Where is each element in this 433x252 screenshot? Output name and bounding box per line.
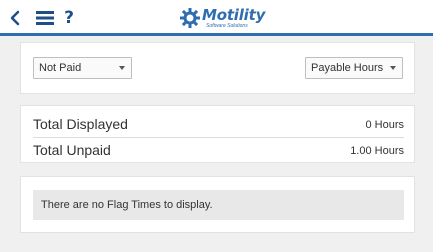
hours-type-select[interactable]: Payable Hours: [305, 57, 403, 79]
total-unpaid-value: 1.00 Hours: [350, 145, 404, 157]
status-select-value: Not Paid: [39, 62, 82, 74]
total-displayed-label: Total Displayed: [33, 116, 128, 132]
total-displayed-value: 0 Hours: [365, 119, 404, 131]
hours-type-select-value: Payable Hours: [311, 62, 384, 74]
status-select[interactable]: Not Paid: [33, 57, 132, 79]
empty-flag-times-message: There are no Flag Times to display.: [33, 190, 404, 220]
menu-button[interactable]: [35, 8, 55, 28]
gear-logo-icon: [180, 8, 200, 28]
back-button[interactable]: [8, 8, 22, 28]
chevron-down-icon: [390, 66, 396, 70]
hamburger-menu-icon: [36, 11, 54, 25]
filters-panel: Not Paid Payable Hours: [20, 42, 415, 94]
app-header: ? Motility Software Solutions: [0, 0, 433, 36]
chevron-left-icon: [10, 10, 20, 26]
total-unpaid-label: Total Unpaid: [33, 142, 111, 158]
logo-tagline: Software Solutions: [206, 23, 248, 29]
totals-panel: Total Displayed 0 Hours Total Unpaid 1.0…: [20, 105, 415, 163]
chevron-down-icon: [119, 66, 125, 70]
total-unpaid-row: Total Unpaid 1.00 Hours: [33, 137, 404, 161]
total-displayed-row: Total Displayed 0 Hours: [33, 112, 404, 136]
help-button[interactable]: ?: [62, 8, 76, 28]
motility-logo: Motility Software Solutions: [178, 6, 268, 32]
flag-times-panel: There are no Flag Times to display.: [20, 176, 415, 233]
logo-name: Motility: [202, 6, 266, 24]
